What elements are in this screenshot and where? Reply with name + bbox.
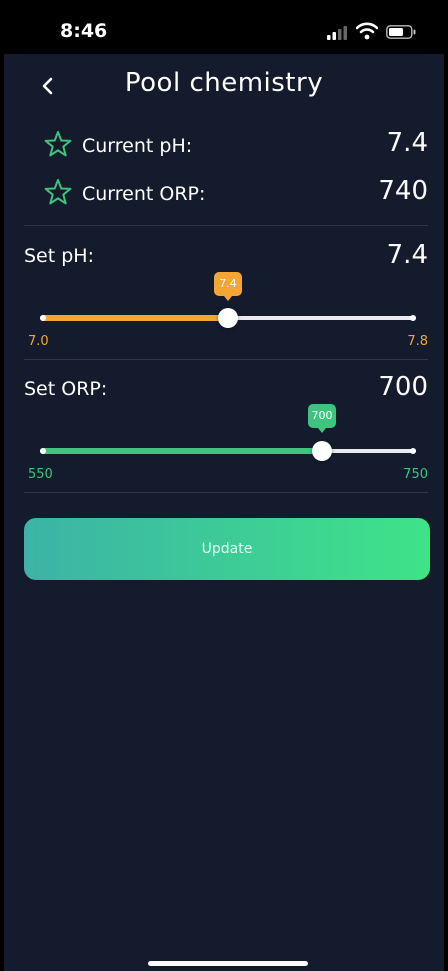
orp-slider-start-dot [40,448,46,454]
current-ph-row: Current pH: 7.4 [4,126,444,166]
ph-slider-start-dot [40,315,46,321]
page-title: Pool chemistry [124,68,324,98]
orp-value-bubble: 700 [308,404,336,433]
star-outline-icon [44,179,72,205]
ph-slider-end-dot [410,315,416,321]
set-orp-label: Set ORP: [24,378,108,400]
signal-icon [327,26,347,40]
pool-chemistry-screen: Pool chemistry Current pH: 7.4 Current O… [4,54,444,971]
current-ph-label: Current pH: [82,135,193,157]
orp-min-label: 550 [28,467,53,482]
orp-slider[interactable] [40,441,416,461]
ph-slider[interactable] [40,308,416,328]
set-orp-value: 700 [378,372,428,402]
orp-max-label: 750 [403,467,428,482]
status-bar: 8:46 [0,0,448,54]
set-ph-value: 7.4 [386,240,428,270]
ph-value-bubble: 7.4 [214,272,242,301]
orp-slider-fill [40,448,322,454]
update-button[interactable]: Update [24,518,430,580]
current-ph-value: 7.4 [386,128,428,158]
ph-max-label: 7.8 [407,334,428,349]
status-time: 8:46 [60,20,108,42]
ph-min-label: 7.0 [28,334,49,349]
home-indicator [148,961,308,966]
ph-slider-thumb[interactable] [218,308,238,328]
battery-icon [386,25,416,39]
wifi-icon [356,22,378,40]
current-orp-value: 740 [378,176,428,206]
orp-slider-thumb[interactable] [312,441,332,461]
orp-slider-end-dot [410,448,416,454]
current-orp-row: Current ORP: 740 [4,174,444,214]
header: Pool chemistry [4,54,444,116]
current-orp-label: Current ORP: [82,183,206,205]
set-ph-label: Set pH: [24,245,94,267]
divider [24,492,428,493]
divider [24,359,428,360]
ph-slider-fill [40,315,228,321]
star-outline-icon [44,131,72,157]
divider [24,225,428,226]
